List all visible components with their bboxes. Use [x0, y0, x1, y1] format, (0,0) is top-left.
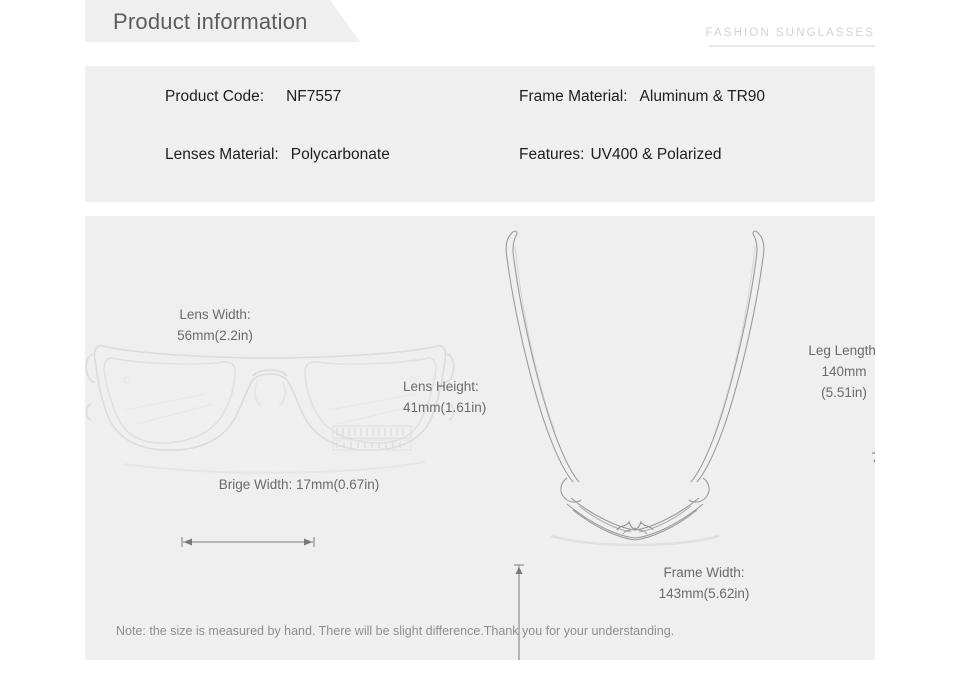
- bridge-width-value: 17mm(0.67in): [296, 477, 380, 492]
- lens-height-dimension-arrow-icon: [514, 564, 524, 660]
- product-code-row: Product Code: NF7557: [165, 88, 341, 106]
- size-diagram-panel: Lens Width: 56mm(2.2in) Lens Height: 41m…: [85, 216, 875, 660]
- product-code-value: NF7557: [286, 88, 342, 105]
- lens-height-label: Lens Height:: [403, 379, 479, 394]
- bridge-width-label: Brige Width:: [218, 477, 293, 492]
- lenses-material-label: Lenses Material:: [165, 146, 279, 163]
- brand-underline-divider: [709, 45, 875, 47]
- lens-height-measurement: Lens Height: 41mm(1.61in): [403, 376, 563, 418]
- leg-length-measurement: Leg Length: 140mm (5.51in): [774, 340, 875, 403]
- lens-width-dimension-arrow-icon: [181, 537, 315, 547]
- frame-material-value: Aluminum & TR90: [639, 88, 766, 105]
- features-label: Features:: [519, 146, 585, 163]
- product-code-label: Product Code:: [165, 88, 265, 105]
- lens-width-label: Lens Width:: [179, 307, 251, 322]
- lenses-material-value: Polycarbonate: [290, 146, 390, 163]
- product-information-panel: Product Code: NF7557 Frame Material: Alumi…: [85, 66, 875, 202]
- frame-width-measurement: Frame Width: 143mm(5.62in): [604, 562, 804, 604]
- frame-material-row: Frame Material: Aluminum & TR90: [519, 88, 765, 106]
- bridge-width-measurement: Brige Width: 17mm(0.67in): [169, 474, 429, 495]
- lens-width-value: 56mm(2.2in): [177, 328, 253, 343]
- lens-width-measurement: Lens Width: 56mm(2.2in): [130, 304, 300, 346]
- leg-length-value: 140mm: [821, 364, 867, 379]
- frame-width-label: Frame Width:: [663, 565, 745, 580]
- lens-height-value: 41mm(1.61in): [403, 400, 487, 415]
- leg-length-label: Leg Length:: [808, 343, 875, 358]
- leg-length-dimension-arrow-icon: [872, 452, 875, 462]
- features-row: Features: UV400 & Polarized: [519, 146, 721, 164]
- page-title: Product information: [113, 9, 308, 34]
- leg-length-value-inches: (5.51in): [821, 385, 867, 400]
- lenses-material-row: Lenses Material: Polycarbonate: [165, 146, 390, 164]
- frame-width-value: 143mm(5.62in): [658, 586, 750, 601]
- brand-label: FASHION SUNGLASSES: [705, 27, 875, 39]
- size-disclaimer-note: Note: the size is measured by hand. Ther…: [116, 624, 675, 638]
- features-value: UV400 & Polarized: [590, 146, 722, 163]
- frame-material-label: Frame Material:: [519, 88, 628, 105]
